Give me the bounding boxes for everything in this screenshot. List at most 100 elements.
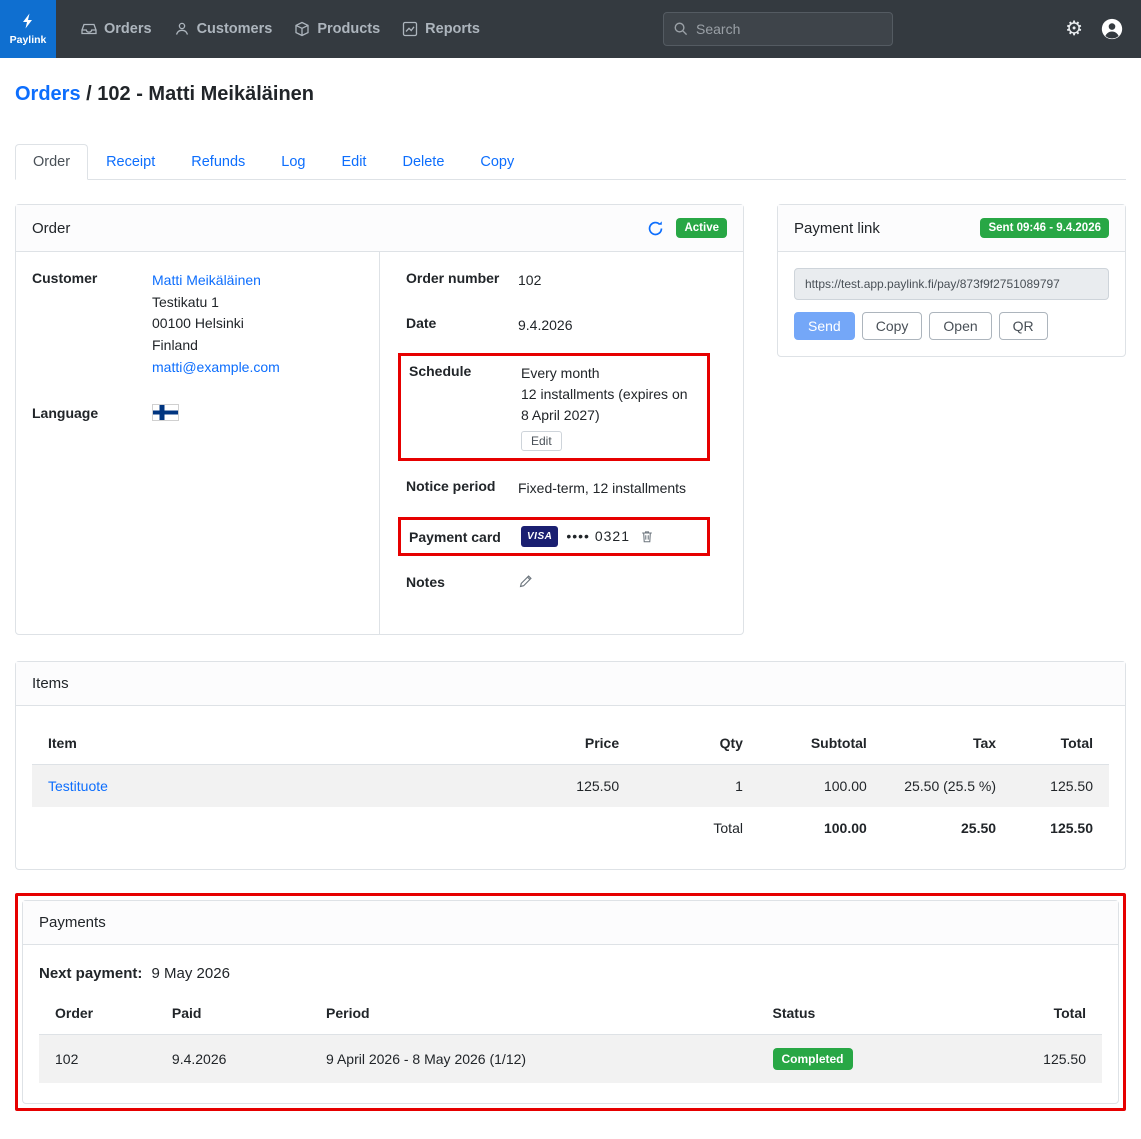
order-tabs: Order Receipt Refunds Log Edit Delete Co… bbox=[15, 144, 1126, 180]
items-card-header: Items bbox=[16, 662, 1125, 706]
payment-card-label: Payment card bbox=[409, 529, 521, 545]
visa-badge: VISA bbox=[521, 526, 558, 547]
customer-panel: Customer Matti Meikäläinen Testikatu 1 0… bbox=[16, 252, 380, 634]
tab-delete[interactable]: Delete bbox=[384, 144, 462, 180]
breadcrumb-orders-link[interactable]: Orders bbox=[15, 83, 81, 105]
card-masked-number: •••• 0321 bbox=[566, 526, 630, 547]
payment-period: 9 April 2026 - 8 May 2026 (1/12) bbox=[310, 1035, 756, 1084]
order-card-title: Order bbox=[32, 220, 70, 237]
total-tax: 25.50 bbox=[883, 807, 1012, 849]
open-button[interactable]: Open bbox=[929, 312, 991, 340]
paylink-logo[interactable]: Paylink bbox=[0, 0, 56, 58]
language-label: Language bbox=[32, 405, 152, 421]
nav-label: Products bbox=[317, 21, 380, 37]
col-status: Status bbox=[757, 992, 991, 1035]
tab-log[interactable]: Log bbox=[263, 144, 323, 180]
col-total: Total bbox=[1012, 722, 1109, 765]
col-price: Price bbox=[506, 722, 635, 765]
items-card: Items Item Price Qty Subtotal Tax Total bbox=[15, 661, 1126, 870]
tab-receipt[interactable]: Receipt bbox=[88, 144, 173, 180]
search-input[interactable] bbox=[663, 12, 893, 46]
item-row: Testituote 125.50 1 100.00 25.50 (25.5 %… bbox=[32, 765, 1109, 808]
copy-button[interactable]: Copy bbox=[862, 312, 923, 340]
nav-label: Customers bbox=[197, 21, 273, 37]
payments-header-row: Order Paid Period Status Total bbox=[39, 992, 1102, 1035]
next-payment: Next payment: 9 May 2026 bbox=[23, 945, 1118, 988]
item-tax: 25.50 (25.5 %) bbox=[883, 765, 1012, 808]
item-name-link[interactable]: Testituote bbox=[48, 778, 108, 794]
payment-link-buttons: Send Copy Open QR bbox=[794, 312, 1109, 340]
nav-item-reports[interactable]: Reports bbox=[391, 0, 491, 58]
gear-icon[interactable]: ⚙ bbox=[1065, 19, 1083, 39]
payment-link-header: Payment link Sent 09:46 - 9.4.2026 bbox=[778, 205, 1125, 252]
nav-item-products[interactable]: Products bbox=[283, 0, 391, 58]
payment-link-title: Payment link bbox=[794, 220, 880, 237]
annotation-box-schedule: Schedule Every month 12 installments (ex… bbox=[398, 353, 710, 461]
order-details-panel: Order number 102 Date 9.4.2026 Schedule … bbox=[380, 252, 743, 634]
col-qty: Qty bbox=[635, 722, 759, 765]
notice-period-value: Fixed-term, 12 installments bbox=[518, 478, 686, 499]
items-header-row: Item Price Qty Subtotal Tax Total bbox=[32, 722, 1109, 765]
main-nav: Orders Customers Products Reports bbox=[70, 0, 491, 58]
nav-item-orders[interactable]: Orders bbox=[70, 0, 163, 58]
nav-item-customers[interactable]: Customers bbox=[163, 0, 284, 58]
next-payment-value: 9 May 2026 bbox=[152, 965, 230, 982]
customer-label: Customer bbox=[32, 270, 152, 378]
pencil-icon[interactable] bbox=[518, 574, 533, 590]
notes-label: Notes bbox=[406, 574, 518, 590]
col-tax: Tax bbox=[883, 722, 1012, 765]
navbar: Paylink Orders Customers Products Report… bbox=[0, 0, 1141, 58]
breadcrumb-separator: / bbox=[86, 83, 92, 105]
status-badge: Active bbox=[676, 218, 727, 238]
spacer bbox=[491, 0, 651, 58]
send-button[interactable]: Send bbox=[794, 312, 855, 340]
finland-flag-icon bbox=[152, 404, 179, 421]
items-title: Items bbox=[32, 675, 69, 692]
refresh-icon[interactable] bbox=[647, 220, 664, 237]
spacer bbox=[893, 0, 1053, 58]
brand-label: Paylink bbox=[10, 34, 47, 46]
payment-order: 102 bbox=[39, 1035, 156, 1084]
lightning-icon bbox=[20, 13, 36, 32]
order-card-header: Order Active bbox=[16, 205, 743, 252]
annotation-box-payments: Payments Next payment: 9 May 2026 Order … bbox=[15, 893, 1126, 1111]
inbox-icon bbox=[81, 21, 97, 37]
item-total: 125.50 bbox=[1012, 765, 1109, 808]
search-box bbox=[663, 12, 893, 46]
qr-button[interactable]: QR bbox=[999, 312, 1048, 340]
trash-icon[interactable] bbox=[640, 529, 654, 544]
order-card: Order Active Customer Matti Meikäläinen … bbox=[15, 204, 744, 635]
payment-link-url-input[interactable] bbox=[794, 268, 1109, 300]
address-line: Testikatu 1 bbox=[152, 294, 219, 310]
avatar[interactable] bbox=[1101, 18, 1123, 40]
schedule-installments: 12 installments (expires on 8 April 2027… bbox=[521, 386, 688, 423]
tab-refunds[interactable]: Refunds bbox=[173, 144, 263, 180]
notice-period-label: Notice period bbox=[406, 478, 518, 499]
payments-title: Payments bbox=[39, 914, 106, 931]
nav-label: Orders bbox=[104, 21, 152, 37]
payments-card-header: Payments bbox=[23, 901, 1118, 945]
annotation-box-payment-card: Payment card VISA •••• 0321 bbox=[398, 517, 710, 556]
item-qty: 1 bbox=[635, 765, 759, 808]
nav-label: Reports bbox=[425, 21, 480, 37]
col-item: Item bbox=[32, 722, 506, 765]
item-price: 125.50 bbox=[506, 765, 635, 808]
date-value: 9.4.2026 bbox=[518, 315, 573, 336]
tab-edit[interactable]: Edit bbox=[323, 144, 384, 180]
col-period: Period bbox=[310, 992, 756, 1035]
box-icon bbox=[294, 21, 310, 37]
schedule-label: Schedule bbox=[409, 363, 521, 451]
payments-table: Order Paid Period Status Total 102 9.4.2… bbox=[39, 992, 1102, 1083]
address-line: 00100 Helsinki bbox=[152, 315, 244, 331]
customer-name-link[interactable]: Matti Meikäläinen bbox=[152, 272, 261, 288]
navbar-right: ⚙ bbox=[1065, 0, 1141, 58]
item-subtotal: 100.00 bbox=[759, 765, 883, 808]
schedule-edit-button[interactable]: Edit bbox=[521, 431, 562, 451]
col-paid: Paid bbox=[156, 992, 310, 1035]
date-label: Date bbox=[406, 315, 518, 336]
col-ptotal: Total bbox=[990, 992, 1102, 1035]
tab-copy[interactable]: Copy bbox=[462, 144, 532, 180]
customer-email-link[interactable]: matti@example.com bbox=[152, 359, 280, 375]
col-order: Order bbox=[39, 992, 156, 1035]
tab-order[interactable]: Order bbox=[15, 144, 88, 180]
